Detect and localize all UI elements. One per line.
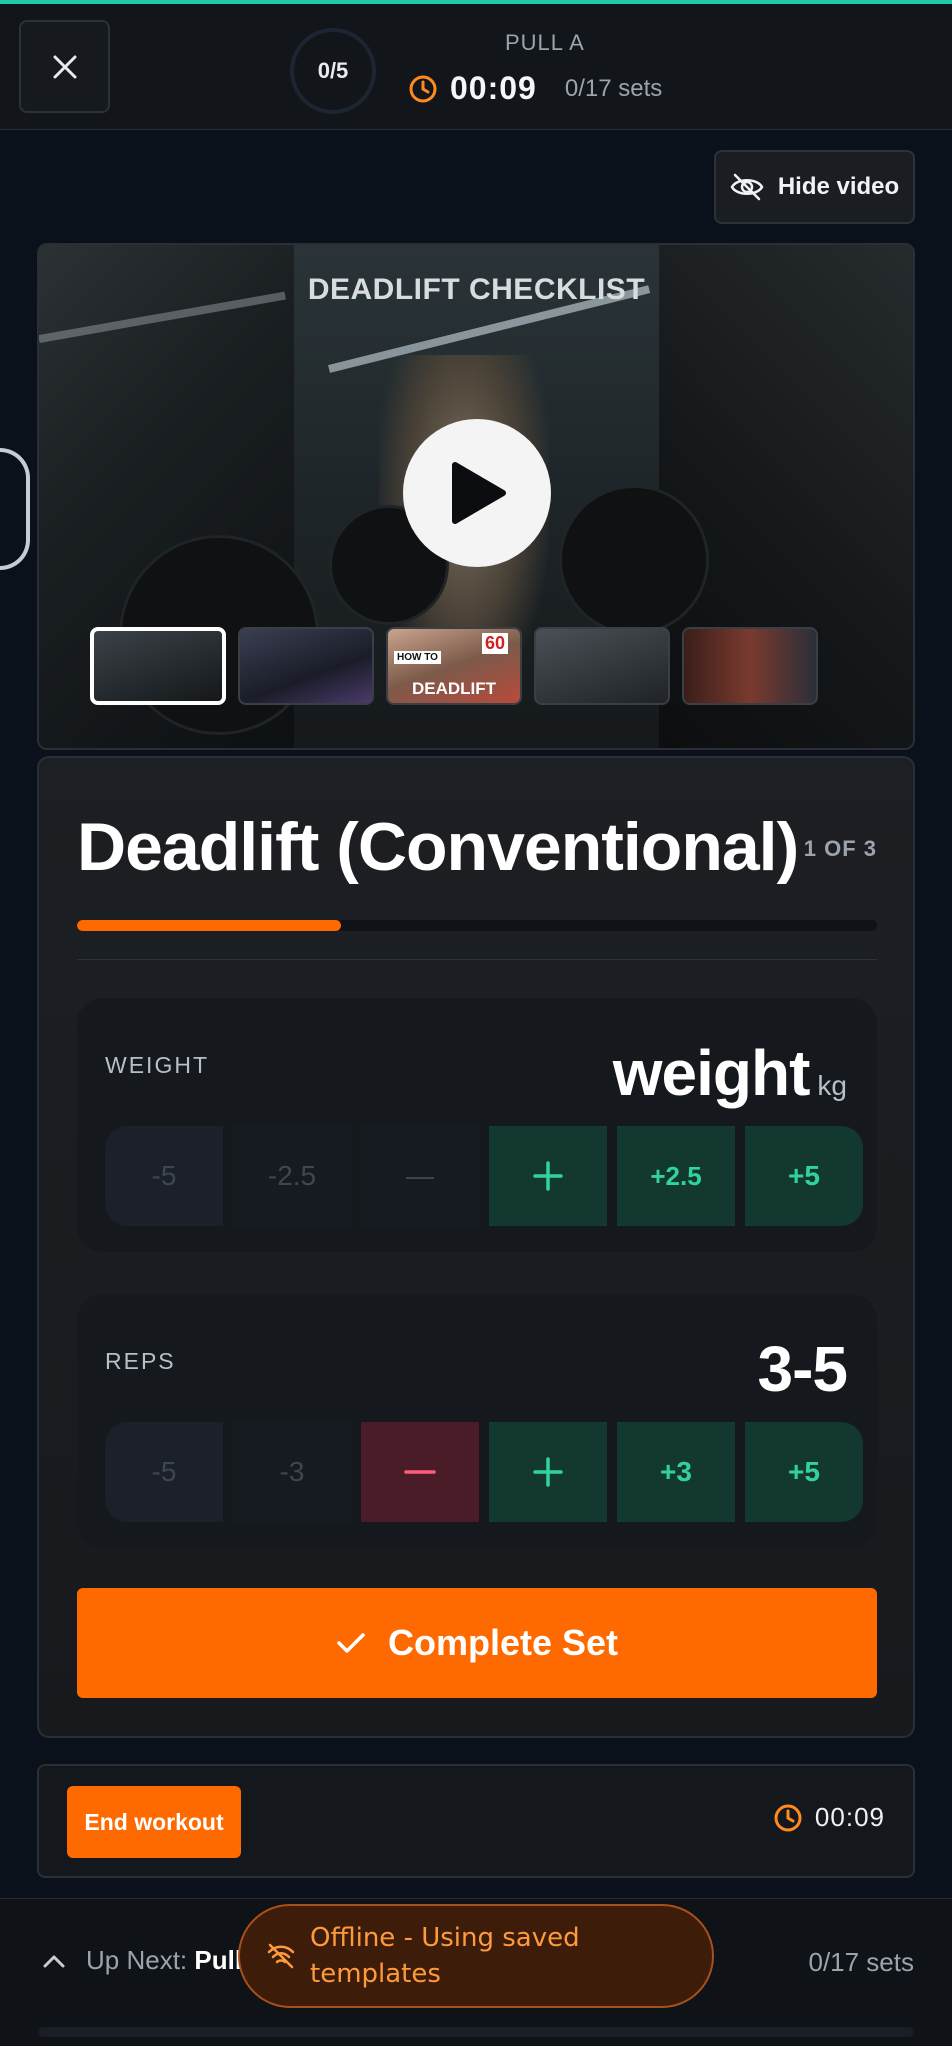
reps-label: REPS <box>105 1348 176 1374</box>
complete-set-label: Complete Set <box>387 1622 619 1663</box>
weight-decrement-button[interactable]: — <box>361 1126 479 1226</box>
play-button[interactable] <box>403 419 551 567</box>
workout-timer: 00:09 0/17 sets <box>408 70 662 107</box>
clock-icon <box>409 75 437 102</box>
eye-off-icon <box>730 173 764 201</box>
barbell-plate <box>559 485 709 635</box>
thumbnail-caption: DEADLIFT <box>411 679 497 698</box>
reps-increment-button[interactable] <box>489 1422 607 1522</box>
weight-unit: kg <box>817 1070 847 1101</box>
wifi-off-icon <box>267 1943 295 1969</box>
exercise-progress-bar <box>77 920 877 931</box>
exercise-title: Deadlift (Conventional) <box>77 809 799 885</box>
play-icon <box>452 462 506 524</box>
video-thumbnail[interactable] <box>238 627 374 705</box>
weight-value-text: weight <box>612 1037 811 1109</box>
weight-label: WEIGHT <box>105 1052 209 1078</box>
hide-video-button[interactable]: Hide video <box>714 150 915 224</box>
video-thumbnail[interactable]: HOW TO 60 DEADLIFT <box>386 627 522 705</box>
video-thumbnail[interactable] <box>534 627 670 705</box>
divider <box>77 959 877 960</box>
video-title: DEADLIFT CHECKLIST <box>307 273 646 306</box>
side-drawer-handle[interactable] <box>0 448 30 570</box>
up-next-label: Up Next: <box>86 1945 188 1975</box>
video-thumbnail[interactable] <box>682 627 818 705</box>
reps-plus-3-button[interactable]: +3 <box>617 1422 735 1522</box>
exercise-video[interactable]: DEADLIFT CHECKLIST HOW TO 60 DEADLIFT <box>37 243 915 750</box>
complete-set-button[interactable]: Complete Set <box>77 1588 877 1698</box>
timer-value: 00:09 <box>450 70 537 106</box>
plus-icon <box>533 1457 563 1487</box>
bottom-sheet-handle[interactable] <box>38 2027 914 2037</box>
offline-message: Offline - Using saved templates <box>310 1920 580 1993</box>
footer-timer-value: 00:09 <box>814 1802 885 1832</box>
video-thumbnail[interactable] <box>90 627 226 705</box>
exercise-card: Deadlift (Conventional) 1 OF 3 WEIGHT we… <box>37 756 915 1738</box>
plus-icon <box>533 1161 563 1191</box>
end-workout-button[interactable]: End workout <box>67 1786 241 1858</box>
reps-decrement-button[interactable] <box>361 1422 479 1522</box>
workout-footer: End workout 00:09 <box>37 1764 915 1878</box>
reps-stepper: -5 -3 +3 +5 <box>105 1422 863 1522</box>
weight-minus-5-button[interactable]: -5 <box>105 1126 223 1226</box>
workout-header: 0/5 PULL A 00:09 0/17 sets <box>0 4 952 130</box>
thumbnail-tag: HOW TO <box>394 651 441 664</box>
weight-stepper: -5 -2.5 — +2.5 +5 <box>105 1126 863 1226</box>
footer-timer: 00:09 <box>773 1802 885 1833</box>
exercise-count: 1 OF 3 <box>803 836 877 861</box>
hide-video-label: Hide video <box>777 173 900 200</box>
reps-minus-3-button[interactable]: -3 <box>233 1422 351 1522</box>
reps-value[interactable]: 3-5 <box>758 1332 848 1406</box>
close-icon <box>53 55 76 78</box>
reps-plus-5-button[interactable]: +5 <box>745 1422 863 1522</box>
weight-plus-2-5-button[interactable]: +2.5 <box>617 1126 735 1226</box>
exercise-progress-ring: 0/5 <box>290 28 376 114</box>
exercise-progress-text: 0/5 <box>317 58 349 83</box>
exercise-progress-fill <box>77 920 341 931</box>
close-button[interactable] <box>19 20 110 113</box>
check-icon <box>337 1633 365 1653</box>
offline-toast: Offline - Using saved templates <box>238 1904 714 2008</box>
minus-icon <box>404 1470 436 1474</box>
video-thumbnails: HOW TO 60 DEADLIFT <box>90 627 818 705</box>
weight-value[interactable]: weight kg <box>613 1036 847 1110</box>
thumbnail-badge: 60 <box>481 633 508 654</box>
chevron-up-icon <box>43 1955 65 1967</box>
reps-minus-5-button[interactable]: -5 <box>105 1422 223 1522</box>
up-next: Up Next: Pull- <box>42 1945 251 1976</box>
clock-icon <box>774 1804 802 1831</box>
workout-name: PULL A <box>505 30 585 55</box>
sets-progress: 0/17 sets <box>564 74 663 102</box>
weight-panel: WEIGHT weight kg -5 -2.5 — +2.5 +5 <box>77 998 877 1252</box>
weight-increment-button[interactable] <box>489 1126 607 1226</box>
reps-panel: REPS 3-5 -5 -3 +3 +5 <box>77 1294 877 1548</box>
offline-message-line2: templates <box>310 1959 441 1989</box>
weight-plus-5-button[interactable]: +5 <box>745 1126 863 1226</box>
weight-minus-2-5-button[interactable]: -2.5 <box>233 1126 351 1226</box>
up-next-sets: 0/17 sets <box>808 1947 914 1977</box>
offline-message-line1: Offline - Using saved <box>310 1922 580 1953</box>
